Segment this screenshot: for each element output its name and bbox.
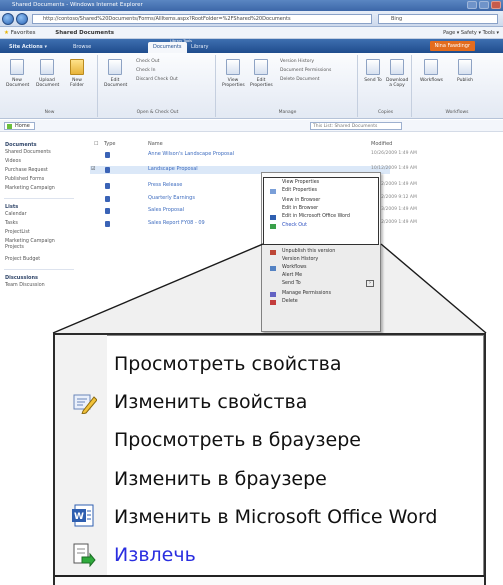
menu-item-edit-in-word-ru[interactable]: Изменить в Microsoft Office Word [114, 505, 438, 529]
svg-text:W: W [74, 512, 84, 522]
menu-item-view-in-browser-ru[interactable]: Просмотреть в браузере [114, 428, 361, 452]
callout-next-item-partial [55, 577, 484, 585]
edit-properties-icon [73, 394, 97, 414]
menu-item-check-out-ru[interactable]: Извлечь [114, 543, 196, 567]
magnified-context-menu: Просмотреть свойства Изменить свойства П… [53, 333, 486, 585]
menu-item-edit-properties-ru[interactable]: Изменить свойства [114, 390, 307, 414]
menu-item-edit-in-browser-ru[interactable]: Изменить в браузере [114, 467, 327, 491]
word-icon: W [72, 504, 94, 527]
menu-item-view-properties-ru[interactable]: Просмотреть свойства [114, 352, 341, 376]
check-out-icon [73, 543, 96, 567]
